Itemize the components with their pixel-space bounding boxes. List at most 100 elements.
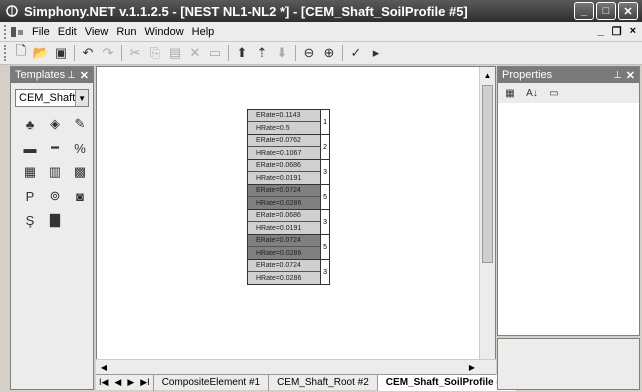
hrate-label: HRate=0.5 [256,124,290,132]
close-icon[interactable]: ✕ [80,69,89,82]
soil-layer-values: ERate=0.0686 HRate=0.0191 [248,160,322,184]
hierarchy-icon[interactable]: ♣ [21,115,39,133]
open-icon[interactable]: 📂 [31,43,51,63]
circle-target-icon[interactable]: ⊚ [46,187,64,205]
scroll-thumb[interactable] [482,85,493,263]
soil-icon[interactable]: ▥ [46,163,64,181]
prev-tab-icon[interactable]: ◀ [111,377,124,388]
menu-bar: File Edit View Run Window Help _ ❐ × [0,22,642,42]
move-down-icon[interactable]: ⬇ [272,43,292,63]
templates-combo[interactable]: CEM_Shaft ▼ [15,89,89,107]
hrate-label: HRate=0.0286 [256,274,302,282]
templates-title: Templates [15,69,66,81]
soil-layer-values: ERate=0.1143 HRate=0.5 [248,110,322,134]
menu-run[interactable]: Run [112,26,140,38]
tab-shaft-root[interactable]: CEM_Shaft_Root #2 [268,374,377,391]
redo-icon[interactable]: ↷ [98,43,118,63]
soil-layer[interactable]: ERate=0.0686 HRate=0.0191 3 [248,160,329,185]
chevron-down-icon[interactable]: ▼ [75,90,88,106]
soil-layer[interactable]: ERate=0.0762 HRate=0.1067 2 [248,135,329,160]
soil-layer[interactable]: ERate=0.0724 HRate=0.0286 5 [248,185,329,210]
move-up-icon[interactable]: ⬆ [232,43,252,63]
app-icon [4,3,20,19]
soil-layer[interactable]: ERate=0.0724 HRate=0.0286 3 [248,260,329,284]
categorized-icon[interactable]: ▦ [502,85,518,101]
check-icon[interactable]: ✓ [346,43,366,63]
menu-edit[interactable]: Edit [54,26,81,38]
undo-icon[interactable]: ↶ [78,43,98,63]
next-tab-icon[interactable]: ▶ [124,377,137,388]
soil-layer[interactable]: ERate=0.0686 HRate=0.0191 3 [248,210,329,235]
soil-layer[interactable]: ERate=0.0724 HRate=0.0286 5 [248,235,329,260]
tab-shaft-soilprofile[interactable]: CEM_Shaft_SoilProfile #5 [376,374,516,391]
scroll-right-icon[interactable]: ▶ [464,360,480,375]
vertical-scrollbar[interactable]: ▲ ▼ [479,67,495,373]
close-button[interactable]: ✕ [618,2,638,20]
erate-label: ERate=0.0762 [248,135,321,147]
layer-number: 1 [323,118,328,126]
soil-profile[interactable]: ERate=0.1143 HRate=0.5 1 ERate=0.0762 HRate=… [247,109,330,285]
templates-grid: ♣ ◈ ✎ ▬ ━ % ▦ ▥ ▩ P ⊚ ◙ Ş ▇ [11,113,93,231]
new-icon[interactable]: 🗋 [11,43,31,63]
layer-number: 2 [323,143,328,151]
close-icon[interactable]: ✕ [626,69,635,82]
gauge-icon[interactable]: ◙ [71,187,89,205]
properties-header: Properties ⊥ ✕ [498,67,639,83]
erate-label: ERate=0.0686 [248,210,321,222]
first-tab-icon[interactable]: I◀ [96,377,111,388]
mdi-close-button[interactable]: × [630,25,636,38]
sigma-icon[interactable]: Ş [21,211,39,229]
mdi-restore-button[interactable]: ❐ [612,25,622,38]
properties-icon[interactable]: ▭ [205,43,225,63]
scroll-up-icon[interactable]: ▲ [480,67,495,83]
zoom-in-icon[interactable]: ⊕ [319,43,339,63]
move-up-alt-icon[interactable]: ⇡ [252,43,272,63]
maximize-button[interactable]: □ [596,2,616,20]
save-icon[interactable]: ▣ [51,43,71,63]
toolbar-separator [295,45,296,61]
pin-icon[interactable]: ⊥ [67,70,76,81]
copy-icon[interactable]: ⎘ [145,43,165,63]
shaft-icon[interactable]: ▦ [21,163,39,181]
menu-window[interactable]: Window [141,26,188,38]
horizontal-scrollbar[interactable]: ◀ ▶ [96,359,496,374]
scroll-left-icon[interactable]: ◀ [96,360,112,375]
percent-icon[interactable]: % [71,139,89,157]
paste-icon[interactable]: ▤ [165,43,185,63]
line-icon[interactable]: ━ [46,139,64,157]
window-title: Simphony.NET v.1.1.2.5 - [NEST NL1-NL2 *… [24,3,468,19]
run-icon[interactable]: ▸ [366,43,386,63]
tab-composite-element[interactable]: CompositeElement #1 [152,374,268,391]
hrate-label: HRate=0.0191 [256,224,302,232]
soil-layer-values: ERate=0.0724 HRate=0.0286 [248,260,322,284]
toolbar-separator [228,45,229,61]
document-icon[interactable] [10,26,24,38]
cut-icon[interactable]: ✂ [125,43,145,63]
alphabetical-icon[interactable]: A↓ [524,85,540,101]
layer-number: 3 [323,168,328,176]
soil-layer-values: ERate=0.0762 HRate=0.1067 [248,135,322,159]
title-bar: Simphony.NET v.1.1.2.5 - [NEST NL1-NL2 *… [0,0,642,22]
frame-icon[interactable]: ▩ [71,163,89,181]
block-icon[interactable]: ▬ [21,139,39,157]
menu-help[interactable]: Help [188,26,219,38]
document-icon[interactable]: ▇ [46,211,64,229]
properties-panel: Properties ⊥ ✕ ▦ A↓ ▭ [497,66,640,336]
menu-view[interactable]: View [81,26,113,38]
soil-layer[interactable]: ERate=0.1143 HRate=0.5 1 [248,110,329,135]
zoom-out-icon[interactable]: ⊖ [299,43,319,63]
property-pages-icon[interactable]: ▭ [546,85,562,101]
properties-title: Properties [502,69,553,81]
document-tabs: I◀ ◀ ▶ ▶I CompositeElement #1 CEM_Shaft_… [96,374,516,391]
last-tab-icon[interactable]: ▶I [137,377,152,388]
edit-icon[interactable]: ✎ [71,115,89,133]
layer-number: 5 [323,243,328,251]
delete-icon[interactable]: ✕ [185,43,205,63]
pin-icon[interactable]: ⊥ [613,70,622,81]
minimize-button[interactable]: _ [574,2,594,20]
mdi-minimize-button[interactable]: _ [598,25,604,38]
menu-file[interactable]: File [28,26,54,38]
soil-layer-values: ERate=0.0686 HRate=0.0191 [248,210,322,234]
shape-icon[interactable]: ◈ [46,115,64,133]
parameter-icon[interactable]: P [21,187,39,205]
